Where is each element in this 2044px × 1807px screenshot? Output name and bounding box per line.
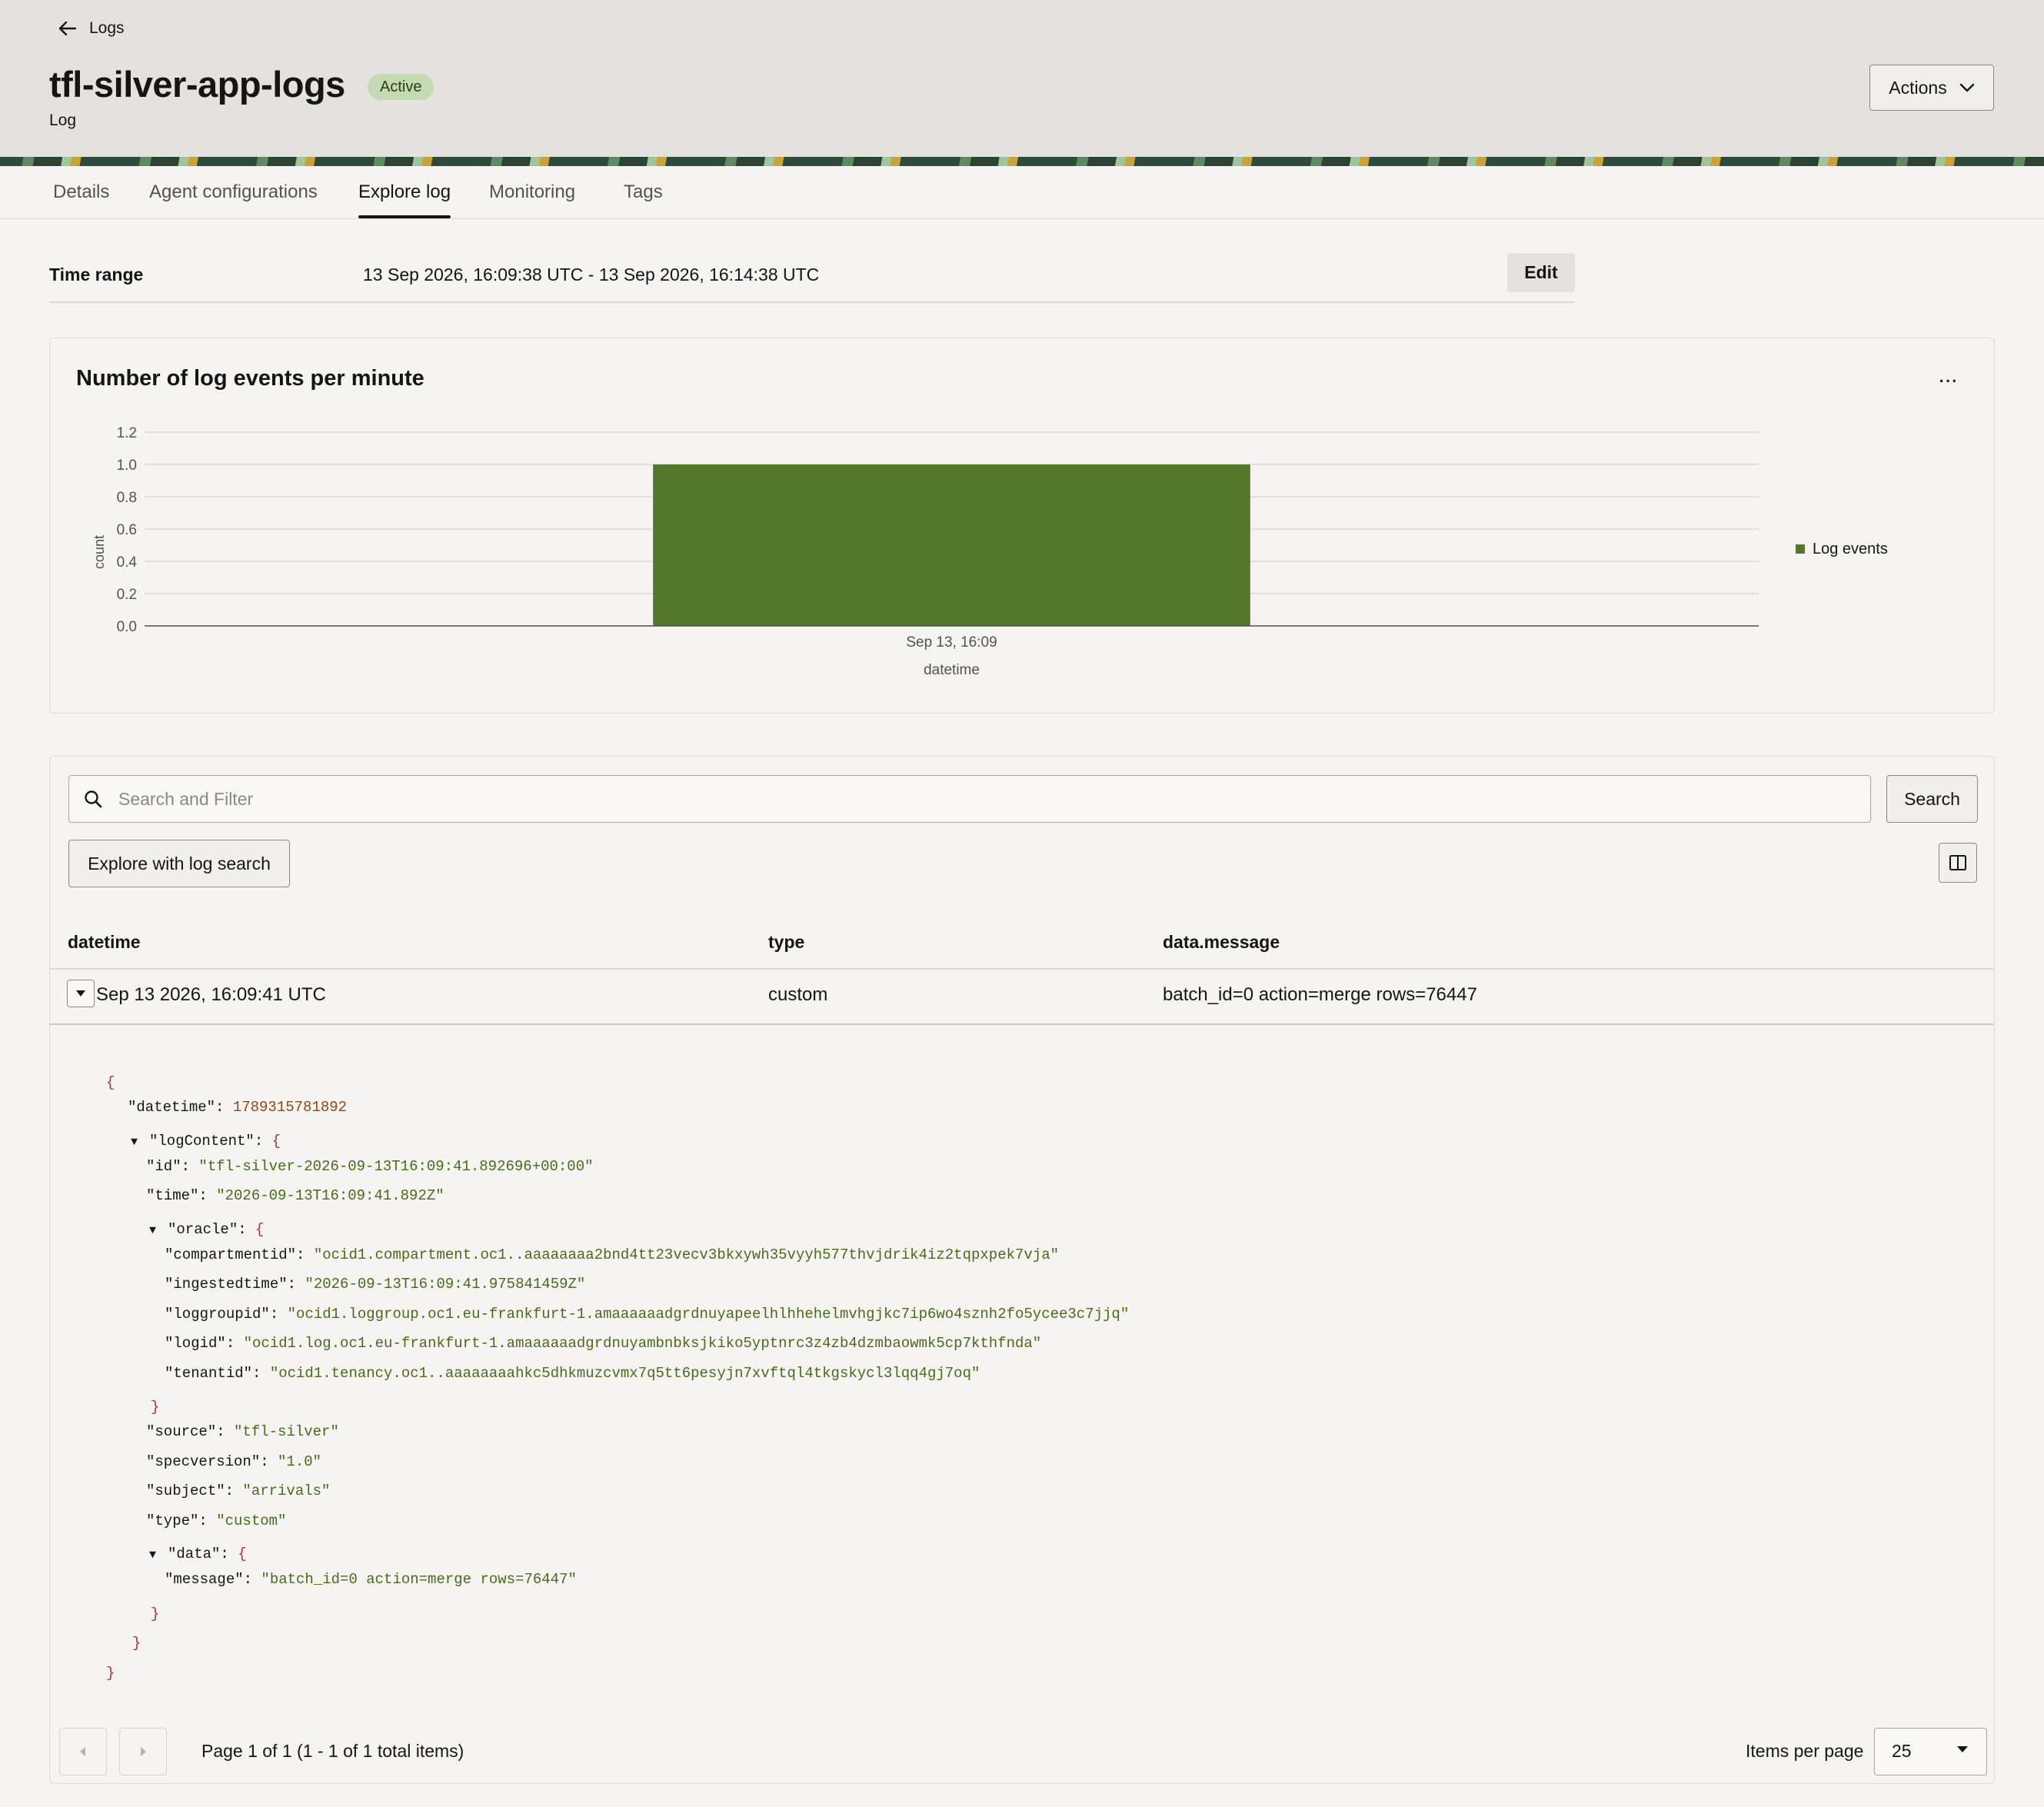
x-axis-title: datetime — [924, 662, 980, 678]
tab-tags[interactable]: Tags — [624, 166, 663, 218]
bar — [653, 464, 1250, 626]
y-tick-label: 0.4 — [117, 554, 138, 571]
y-tick-label: 1.2 — [117, 425, 137, 441]
column-header-data-message[interactable]: data.message — [1163, 932, 1280, 953]
search-icon — [85, 790, 102, 808]
column-header-type[interactable]: type — [768, 932, 804, 953]
divider — [49, 301, 1575, 303]
caret-right-icon — [141, 1747, 146, 1756]
json-type-value: "custom" — [216, 1512, 287, 1529]
json-compartmentid-value: "ocid1.compartment.oc1..aaaaaaaa2bnd4tt2… — [313, 1246, 1060, 1263]
collapse-toggle-icon[interactable]: ▼ — [131, 1133, 149, 1153]
tab-explore-log[interactable]: Explore log — [358, 166, 451, 218]
cell-datetime: Sep 13 2026, 16:09:41 UTC — [96, 984, 326, 1005]
json-viewer: { "datetime": 1789315781892 ▼ "logContent… — [106, 1074, 1130, 1682]
search-box — [68, 775, 1871, 823]
items-per-page-select[interactable]: 25 — [1874, 1728, 1987, 1775]
next-page-button[interactable] — [119, 1728, 167, 1775]
resource-type-label: Log — [49, 111, 77, 129]
time-range-value: 13 Sep 2026, 16:09:38 UTC - 13 Sep 2026,… — [363, 265, 820, 285]
legend-swatch — [1796, 544, 1805, 554]
columns-icon — [1949, 855, 1966, 870]
json-time-value: "2026-09-13T16:09:41.892Z" — [216, 1187, 444, 1204]
legend-label: Log events — [1813, 541, 1888, 557]
json-subject-value: "arrivals" — [242, 1483, 331, 1499]
json-message-value: "batch_id=0 action=merge rows=76447" — [261, 1571, 577, 1588]
search-button[interactable]: Search — [1886, 775, 1978, 823]
cell-type: custom — [768, 984, 828, 1005]
collapse-toggle-icon[interactable]: ▼ — [149, 1221, 168, 1241]
back-to-logs-link[interactable]: Logs — [57, 15, 125, 42]
caret-left-icon — [80, 1747, 85, 1756]
y-tick-label: 1.0 — [117, 458, 137, 474]
divider — [50, 1023, 1993, 1025]
tab-agent-configurations[interactable]: Agent configurations — [149, 166, 318, 218]
json-logid-value: "ocid1.log.oc1.eu-frankfurt-1.amaaaaaadg… — [243, 1335, 1042, 1352]
y-tick-label: 0.6 — [117, 522, 137, 538]
collapse-toggle-icon[interactable]: ▼ — [149, 1546, 168, 1566]
json-source-value: "tfl-silver" — [234, 1423, 339, 1440]
edit-time-range-button[interactable]: Edit — [1507, 253, 1575, 292]
actions-button-label: Actions — [1889, 77, 1947, 98]
json-loggroupid-value: "ocid1.loggroup.oc1.eu-frankfurt-1.amaaa… — [287, 1306, 1130, 1323]
json-id-value: "tfl-silver-2026-09-13T16:09:41.892696+0… — [198, 1158, 594, 1175]
chevron-down-icon — [1959, 83, 1974, 92]
y-tick-label: 0.8 — [117, 490, 137, 506]
time-range-label: Time range — [49, 265, 144, 285]
page-title: tfl-silver-app-logs — [49, 64, 345, 105]
divider — [50, 968, 1993, 970]
search-input[interactable] — [117, 787, 1812, 810]
items-per-page-value: 25 — [1892, 1741, 1912, 1761]
back-link-label: Logs — [89, 19, 125, 37]
y-tick-label: 0.2 — [117, 587, 137, 603]
caret-down-icon — [1957, 1746, 1968, 1752]
log-results-panel: Search Explore with log search datetime … — [49, 756, 1995, 1784]
arrow-left-icon — [58, 21, 77, 36]
log-events-chart: 0.0 0.2 0.4 0.6 0.8 1.0 1.2 Sep 13, 16:09 dateti… — [92, 425, 1888, 678]
items-per-page-label: Items per page — [1746, 1741, 1864, 1761]
json-ingestedtime-value: "2026-09-13T16:09:41.975841459Z" — [305, 1276, 586, 1293]
tab-bar: Details Agent configurations Explore log… — [0, 166, 2044, 219]
column-layout-button[interactable] — [1939, 843, 1977, 883]
y-tick-label: 0.0 — [117, 619, 137, 635]
chart-panel: Number of log events per minute ... 0.0 0… — [49, 338, 1995, 714]
x-tick-label: Sep 13, 16:09 — [906, 634, 997, 651]
json-tenantid-value: "ocid1.tenancy.oc1..aaaaaaaahkc5dhkmuzcv… — [269, 1365, 980, 1382]
status-badge: Active — [368, 74, 434, 100]
json-datetime-value: 1789315781892 — [232, 1099, 348, 1116]
json-specversion-value: "1.0" — [278, 1453, 322, 1470]
decorative-banner — [0, 157, 2044, 166]
tab-details[interactable]: Details — [53, 166, 109, 218]
previous-page-button[interactable] — [59, 1728, 107, 1775]
page-header: Logs tfl-silver-app-logs Active Log Acti… — [0, 0, 2044, 157]
actions-button[interactable]: Actions — [1869, 65, 1994, 111]
page-info: Page 1 of 1 (1 - 1 of 1 total items) — [201, 1741, 464, 1761]
y-axis-title: count — [92, 535, 107, 569]
explore-with-log-search-button[interactable]: Explore with log search — [68, 840, 290, 887]
tab-monitoring[interactable]: Monitoring — [489, 166, 575, 218]
cell-message: batch_id=0 action=merge rows=76447 — [1163, 984, 1477, 1005]
